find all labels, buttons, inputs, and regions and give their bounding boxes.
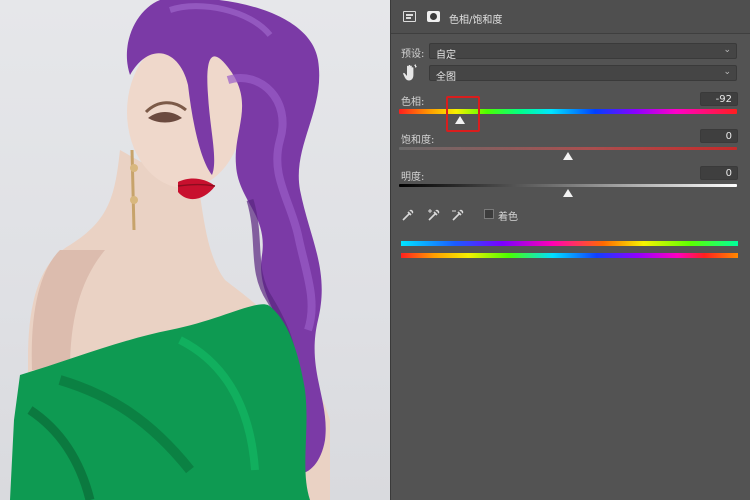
lightness-slider-thumb[interactable] (563, 189, 573, 197)
preset-value: 自定 (436, 50, 456, 61)
colorize-checkbox[interactable] (484, 209, 494, 219)
target-hand-icon[interactable] (402, 64, 418, 82)
preset-dropdown[interactable]: 自定 ⌄ (429, 43, 737, 61)
lightness-label: 明度: (401, 172, 425, 183)
eyedropper-icon[interactable] (401, 208, 415, 222)
photo-canvas (0, 0, 390, 500)
adjusted-spectrum-bar (401, 241, 738, 246)
saturation-value: 0 (725, 131, 732, 142)
panel-header: 色相/饱和度 (391, 0, 750, 34)
portrait-image (10, 0, 330, 500)
lightness-value: 0 (725, 168, 732, 179)
lightness-value-field[interactable]: 0 (700, 166, 738, 180)
saturation-slider-track[interactable] (399, 147, 737, 150)
preset-label: 预设: (401, 49, 425, 60)
adjustment-layer-icon[interactable] (403, 11, 416, 22)
hue-value: -92 (715, 94, 732, 105)
channel-value: 全图 (436, 72, 456, 83)
eyedropper-plus-icon[interactable] (427, 208, 441, 222)
channel-dropdown[interactable]: 全图 ⌄ (429, 65, 737, 83)
layer-mask-icon[interactable] (427, 11, 440, 22)
hue-value-field[interactable]: -92 (700, 92, 738, 106)
source-spectrum-bar[interactable] (401, 253, 738, 258)
eyedropper-minus-icon[interactable] (451, 208, 465, 222)
chevron-down-icon: ⌄ (723, 45, 731, 55)
properties-panel: 色相/饱和度 预设: 自定 ⌄ 全图 ⌄ 色相: -92 饱和度: 0 明度: … (390, 0, 750, 500)
hue-thumb-highlight (446, 96, 480, 132)
chevron-down-icon: ⌄ (723, 67, 731, 77)
colorize-label: 着色 (498, 212, 518, 223)
saturation-value-field[interactable]: 0 (700, 129, 738, 143)
hue-label: 色相: (401, 97, 425, 108)
lightness-slider-track[interactable] (399, 184, 737, 187)
panel-title: 色相/饱和度 (449, 15, 503, 26)
saturation-slider-thumb[interactable] (563, 152, 573, 160)
saturation-label: 饱和度: (401, 135, 435, 146)
